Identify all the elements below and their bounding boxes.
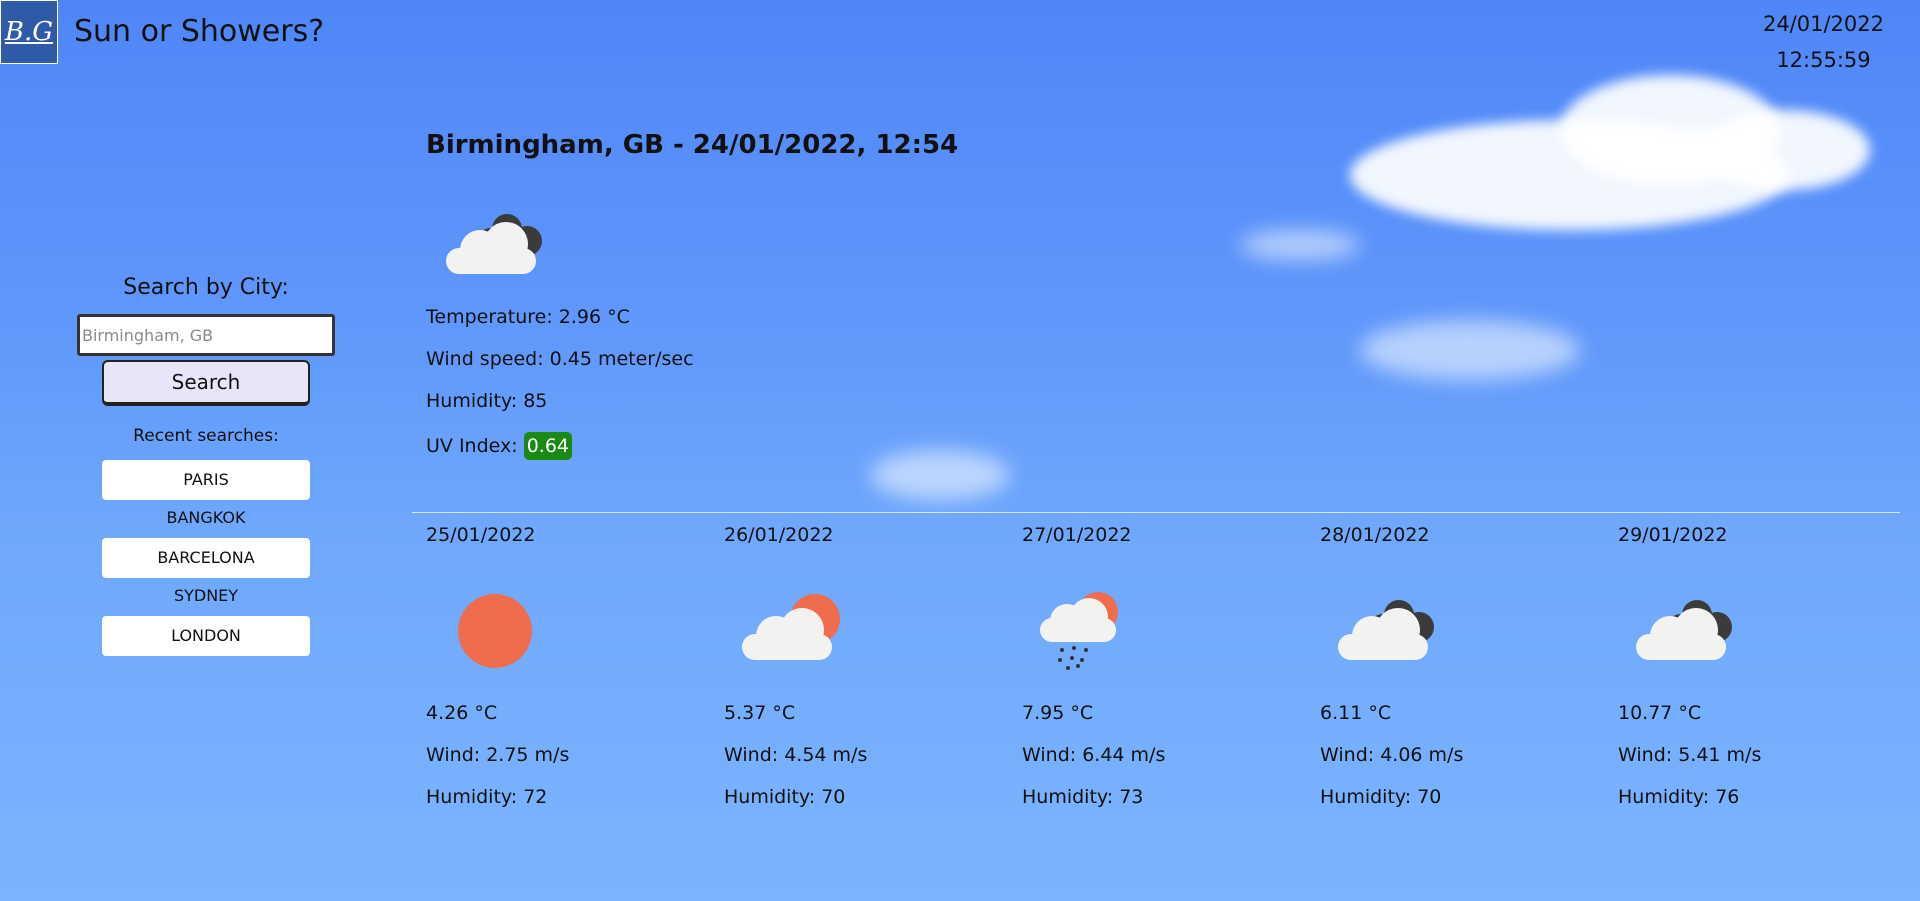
clear-sun-icon: [444, 592, 554, 682]
recent-searches-label: Recent searches:: [133, 426, 279, 446]
recent-search-bangkok[interactable]: BANGKOK: [102, 508, 310, 534]
five-day-forecast: 25/01/2022 4.26 °C Wind: 2.75 m/s Humidi…: [426, 524, 1916, 828]
background-cloud: [1240, 230, 1360, 260]
forecast-temp: 7.95 °C: [1022, 702, 1094, 724]
forecast-humidity: Humidity: 73: [1022, 786, 1144, 808]
app-logo: B.G: [0, 0, 58, 64]
broken-clouds-icon: [1338, 592, 1448, 682]
uv-label: UV Index:: [426, 435, 518, 457]
forecast-day: 29/01/2022 10.77 °C Wind: 5.41 m/s Humid…: [1618, 524, 1916, 828]
search-label: Search by City:: [123, 275, 289, 300]
forecast-date: 28/01/2022: [1320, 524, 1430, 546]
forecast-day: 25/01/2022 4.26 °C Wind: 2.75 m/s Humidi…: [426, 524, 724, 828]
current-uv: UV Index: 0.64: [426, 432, 958, 460]
broken-clouds-icon: [446, 206, 556, 286]
current-humidity: Humidity: 85: [426, 390, 548, 412]
current-weather-title: Birmingham, GB - 24/01/2022, 12:54: [426, 130, 959, 160]
section-divider: [412, 512, 1900, 513]
recent-search-barcelona[interactable]: BARCELONA: [102, 538, 310, 578]
forecast-temp: 10.77 °C: [1618, 702, 1702, 724]
forecast-humidity: Humidity: 76: [1618, 786, 1740, 808]
recent-search-sydney[interactable]: SYDNEY: [102, 586, 310, 612]
forecast-temp: 4.26 °C: [426, 702, 498, 724]
broken-clouds-icon: [1636, 592, 1746, 682]
current-time: 12:55:59: [1776, 48, 1871, 72]
current-weather: Birmingham, GB - 24/01/2022, 12:54 Tempe…: [426, 130, 958, 460]
forecast-date: 27/01/2022: [1022, 524, 1132, 546]
forecast-humidity: Humidity: 70: [724, 786, 846, 808]
forecast-day: 27/01/2022 7.95 °C Wind: 6.44 m/s Humidi…: [1022, 524, 1320, 828]
forecast-wind: Wind: 4.54 m/s: [724, 744, 868, 766]
forecast-temp: 6.11 °C: [1320, 702, 1392, 724]
sidebar: Search by City: Search Recent searches: …: [0, 275, 412, 664]
uv-index-badge: 0.64: [523, 432, 573, 460]
forecast-wind: Wind: 5.41 m/s: [1618, 744, 1762, 766]
forecast-date: 26/01/2022: [724, 524, 834, 546]
current-temperature: Temperature: 2.96 °C: [426, 306, 630, 328]
recent-search-london[interactable]: LONDON: [102, 616, 310, 656]
few-clouds-icon: [742, 592, 852, 682]
forecast-wind: Wind: 2.75 m/s: [426, 744, 570, 766]
forecast-day: 26/01/2022 5.37 °C Wind: 4.54 m/s Humidi…: [724, 524, 1022, 828]
forecast-date: 29/01/2022: [1618, 524, 1728, 546]
background-cloud: [1700, 110, 1870, 190]
search-button[interactable]: Search: [102, 360, 310, 406]
forecast-day: 28/01/2022 6.11 °C Wind: 4.06 m/s Humidi…: [1320, 524, 1618, 828]
background-cloud: [1360, 320, 1580, 380]
recent-search-paris[interactable]: PARIS: [102, 460, 310, 500]
forecast-humidity: Humidity: 72: [426, 786, 548, 808]
header-clock: 24/01/2022 12:55:59: [1763, 6, 1884, 78]
forecast-humidity: Humidity: 70: [1320, 786, 1442, 808]
forecast-date: 25/01/2022: [426, 524, 536, 546]
city-search-input[interactable]: [77, 314, 335, 356]
app-title: Sun or Showers?: [74, 14, 325, 49]
current-wind: Wind speed: 0.45 meter/sec: [426, 348, 694, 370]
current-date: 24/01/2022: [1762, 12, 1884, 36]
forecast-wind: Wind: 4.06 m/s: [1320, 744, 1464, 766]
forecast-temp: 5.37 °C: [724, 702, 796, 724]
rain-sun-icon: [1040, 592, 1150, 682]
forecast-wind: Wind: 6.44 m/s: [1022, 744, 1166, 766]
